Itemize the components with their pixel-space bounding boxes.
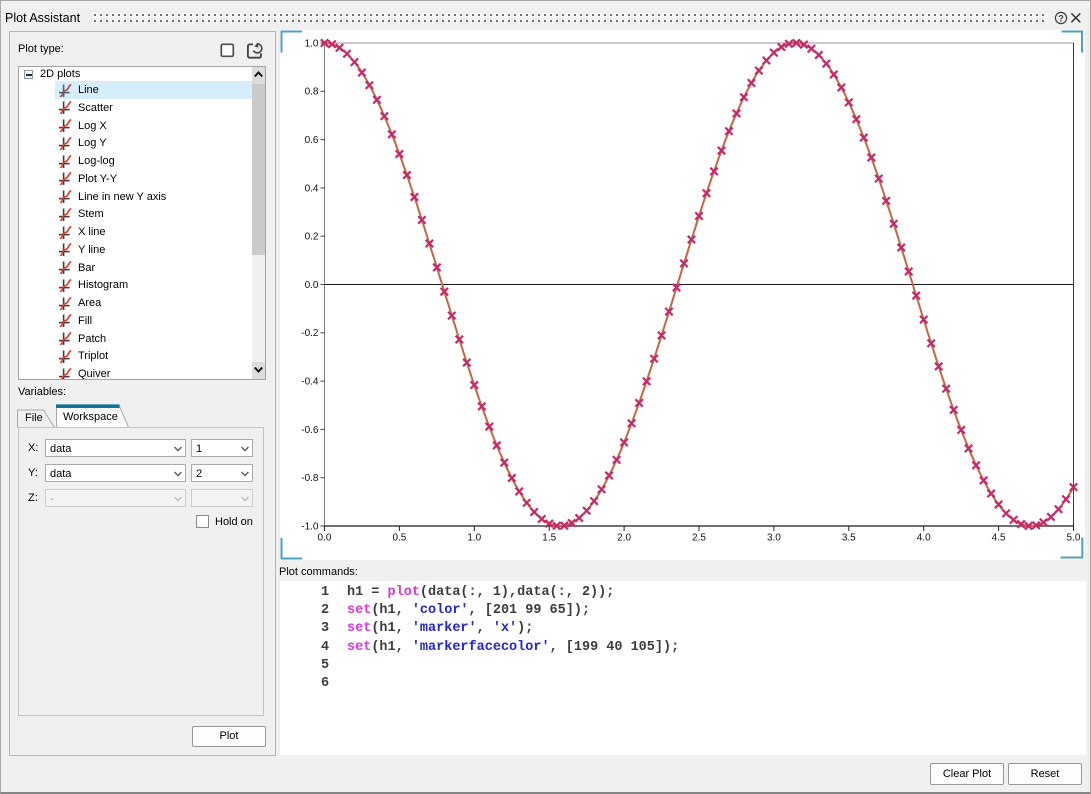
svg-text:0.6: 0.6 [305,135,319,146]
svg-text:0.5: 0.5 [392,533,406,544]
svg-text:0.8: 0.8 [305,87,319,98]
svg-text:-0.8: -0.8 [301,473,319,484]
svg-text:1.0: 1.0 [305,38,319,49]
svg-text:2.5: 2.5 [692,533,706,544]
svg-text:-0.2: -0.2 [301,328,319,339]
svg-text:2.0: 2.0 [617,533,631,544]
svg-text:0.0: 0.0 [318,533,332,544]
svg-text:-1.0: -1.0 [301,521,319,532]
svg-text:4.0: 4.0 [917,533,931,544]
svg-text:1.0: 1.0 [467,533,481,544]
svg-text:-0.6: -0.6 [301,425,319,436]
svg-text:3.0: 3.0 [767,533,781,544]
svg-text:3.5: 3.5 [842,533,856,544]
svg-text:5.0: 5.0 [1067,533,1081,544]
svg-text:1.5: 1.5 [542,533,556,544]
svg-text:0.0: 0.0 [305,280,319,291]
svg-text:0.2: 0.2 [305,232,319,243]
svg-text:-0.4: -0.4 [301,377,319,388]
svg-text:4.5: 4.5 [992,533,1006,544]
svg-text:0.4: 0.4 [305,183,319,194]
